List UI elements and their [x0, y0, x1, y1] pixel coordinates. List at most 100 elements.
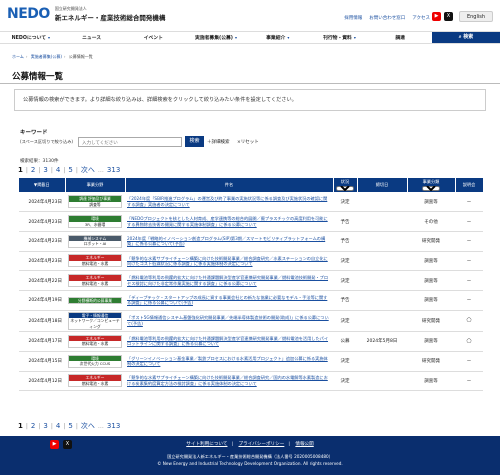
access-link[interactable]: アクセス	[412, 15, 430, 21]
nav-search-button[interactable]: ⌕ 検索	[432, 32, 500, 43]
pager-page[interactable]: 3	[43, 422, 47, 430]
pager-last[interactable]: 313	[107, 422, 120, 430]
pager-last[interactable]: 313	[107, 166, 120, 174]
keyword-section: キーワード (スペース区切りで絞り込み)	[20, 128, 73, 145]
status-filter-select[interactable]: すべて	[336, 185, 354, 191]
contact-link[interactable]: お問い合わせ窓口	[369, 15, 405, 21]
page-title: 公募情報一覧	[12, 72, 64, 82]
table-row: 2024年4月15日 環境 次世代火力 CCUS 「グリーンイノベーション基金事業／製…	[19, 351, 483, 372]
description-box: 公募情報の検索ができます。より詳細な絞り込みは、詳細検索をクリックして絞り込みた…	[14, 89, 486, 111]
nav-events[interactable]: イベント	[123, 32, 185, 43]
nav-koubo[interactable]: 実施者募集(公募)	[185, 32, 247, 43]
row-title-link[interactable]: 「グリーンイノベーション基金事業／製鉄プロセスにおける水素活用プロジェクト」追加…	[127, 356, 328, 366]
row-category: エネルギー 燃料電池・水素	[65, 371, 125, 392]
nav-news[interactable]: ニュース	[62, 32, 124, 43]
breadcrumb-current: 公募情報一覧	[68, 54, 93, 59]
logo-main: 新エネルギー・産業技術総合開発機構	[54, 14, 166, 22]
footer-disclosure-link[interactable]: 情報公開	[295, 442, 313, 447]
pager-next[interactable]: 次へ	[81, 421, 95, 431]
row-deadline	[357, 310, 407, 333]
detail-search-link[interactable]: ＋詳細検索	[207, 139, 230, 145]
row-deadline	[357, 290, 407, 311]
row-title-link[interactable]: 「ポスト5G情報通信システム基盤強化研究開発事業／先端半導体製造技術の開発(助成…	[127, 315, 329, 325]
pager-page[interactable]: 3	[43, 166, 47, 174]
row-deadline	[357, 231, 407, 252]
row-briefing: ー	[455, 351, 483, 372]
row-title: 「NEDOプロジェクトを核とした人材育成、産学連携等の総合的展開／廃プラスチック…	[125, 211, 333, 232]
breadcrumb-home[interactable]: ホーム	[12, 54, 24, 59]
youtube-icon[interactable]: ▶	[432, 12, 441, 21]
footer-site-policy-link[interactable]: サイト利用について	[186, 442, 227, 447]
row-status: 決定	[333, 351, 357, 372]
pager-page[interactable]: 4	[56, 166, 60, 174]
site-header: NEDO 国立研究開発法人 新エネルギー・産業技術総合開発機構 採用情報 お問い…	[0, 0, 500, 30]
row-title-link[interactable]: 「燃料電池等利用の飛躍的拡大に向けた共通課題解決型産学官連携研究開発事業／燃料電…	[127, 336, 328, 346]
pager-page[interactable]: 4	[56, 422, 60, 430]
row-category: 機械システム ロボット・AI	[65, 231, 125, 252]
category-bottom: 3R、水循環	[69, 221, 121, 228]
site-footer: ▶ X サイト利用について | プライバシーポリシー | 情報公開 国立研究開発法人…	[0, 436, 500, 475]
breadcrumb-koubo[interactable]: 実施者募集(公募)	[31, 54, 62, 59]
table-row: 2024年4月23日 エネルギー 燃料電池・水素 「競争的な水素サプライチェーン構築に…	[19, 251, 483, 272]
row-briefing: ◯	[455, 310, 483, 333]
nedo-logo[interactable]: NEDO 国立研究開発法人 新エネルギー・産業技術総合開発機構	[7, 6, 165, 22]
col-deadline[interactable]: 締切日	[357, 178, 408, 192]
col-date[interactable]: ▼掲載日	[19, 178, 66, 192]
row-type: 調査等	[407, 290, 455, 311]
pager-top: 1 | 2 | 3 | 4 | 5 | 次へ… 313	[18, 165, 121, 175]
title-divider	[0, 83, 500, 84]
row-deadline	[357, 270, 407, 291]
row-type: 研究開発	[407, 231, 455, 252]
pager-page[interactable]: 2	[31, 422, 35, 430]
category-bottom: 燃料電池・水素	[69, 260, 121, 267]
nav-projects[interactable]: 事業紹介	[247, 32, 309, 43]
reset-link[interactable]: ×リセット	[237, 139, 259, 145]
table-row: 2024年4月12日 エネルギー 燃料電池・水素 「競争的な水素サプライチェーン構築に…	[19, 371, 483, 392]
row-title-link[interactable]: 2024年度「戦略的イノベーション創造プログラム(SIP)第3期／スマートモビリ…	[127, 236, 325, 246]
x-icon[interactable]: X	[444, 12, 453, 21]
row-title: 「燃料電池等利用の飛躍的拡大に向けた共通課題解決型産学官連携研究開発事業／燃料電…	[125, 270, 333, 291]
nav-procurement[interactable]: 調達	[370, 32, 432, 43]
row-title-link[interactable]: 「ディープテック・スタートアップの成長に資する事業会社との新たな協業に必要なモデ…	[127, 295, 327, 305]
row-status: 決定	[333, 310, 357, 333]
pager-page[interactable]: 5	[68, 166, 72, 174]
header-social: ▶ X	[432, 12, 453, 21]
col-status: 状況 すべて	[333, 178, 358, 192]
table-header-row: ▼掲載日 事業分野 件名 状況 すべて 締切日 事業分類 すべて 説明会	[19, 178, 484, 192]
row-status: 公募	[333, 331, 357, 352]
row-title: 「ディープテック・スタートアップの成長に資する事業会社との新たな協業に必要なモデ…	[125, 290, 333, 311]
keyword-search-button[interactable]: 検索	[185, 136, 204, 147]
col-category: 事業分野	[65, 178, 126, 192]
row-category: 分野横断的公募事業	[65, 290, 125, 311]
row-status: 予告	[333, 211, 357, 232]
row-date: 2024年4月17日	[19, 331, 65, 352]
row-status: 決定	[333, 192, 357, 213]
footer-org: 国立研究開発法人新エネルギー・産業技術総合開発機構（法人番号 202000500…	[167, 454, 333, 459]
category-top: 分野横断的公募事業	[69, 297, 121, 304]
nav-publications[interactable]: 刊行物・資料	[309, 32, 371, 43]
row-status: 予告	[333, 231, 357, 252]
row-title-link[interactable]: 「競争的な水素サプライチェーン構築に向けた技術開発事業／総合調査研究／国内の水電…	[127, 375, 328, 385]
pager-page[interactable]: 2	[31, 166, 35, 174]
pager-next[interactable]: 次へ	[81, 165, 95, 175]
table-row: 2024年4月23日 調達 評価及び事業 調査等 「2024年度「SBIR推進プログラ…	[19, 192, 483, 213]
description-text: 公募情報の検索ができます。より詳細な絞り込みは、詳細検索をクリックして絞り込みた…	[23, 97, 297, 103]
row-briefing: ー	[455, 251, 483, 272]
type-filter-select[interactable]: すべて	[422, 185, 440, 191]
footer-privacy-link[interactable]: プライバシーポリシー	[238, 442, 284, 447]
row-title-link[interactable]: 「NEDOプロジェクトを核とした人材育成、産学連携等の総合的展開／廃プラスチック…	[127, 216, 328, 226]
row-title-link[interactable]: 「競争的な水素サプライチェーン構築に向けた技術開発事業／総合調査研究／水素ステー…	[127, 256, 328, 266]
category-bottom: 燃料電池・水素	[69, 380, 121, 387]
row-date: 2024年4月23日	[19, 251, 65, 272]
row-title: 「競争的な水素サプライチェーン構築に向けた技術開発事業／総合調査研究／水素ステー…	[125, 251, 333, 272]
pager-page[interactable]: 5	[68, 422, 72, 430]
recruit-link[interactable]: 採用情報	[344, 15, 362, 21]
row-title-link[interactable]: 「燃料電池等利用の飛躍的拡大に向けた共通課題解決型産学官連携研究開発事業／燃料電…	[127, 275, 328, 285]
col-briefing: 説明会	[455, 178, 484, 192]
keyword-input[interactable]	[78, 137, 182, 147]
row-category: 調達 評価及び事業 調査等	[65, 192, 125, 213]
row-title-link[interactable]: 「2024年度「SBIR推進プログラム」の運営及び終了事業の実施状況等に係る調査…	[127, 196, 327, 206]
english-button[interactable]: English	[459, 11, 493, 22]
nav-about[interactable]: NEDOについて	[0, 32, 62, 43]
row-status: 決定	[333, 371, 357, 392]
